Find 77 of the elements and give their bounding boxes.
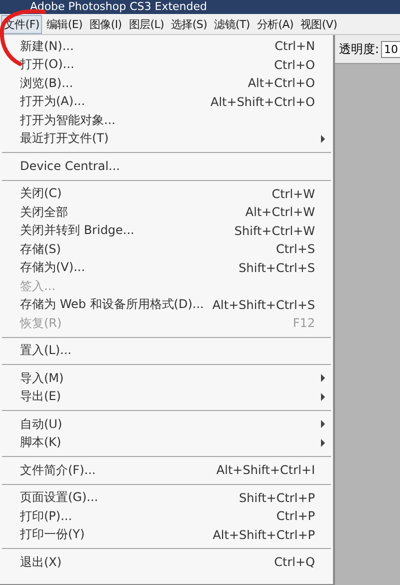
menu-item[interactable]: 打开为智能对象... [0, 111, 333, 130]
menu-item-label: 存储为(V)... [20, 259, 86, 276]
menu-item[interactable]: 导出(E) [0, 388, 333, 406]
menu-item-shortcut: Alt+Ctrl+O [248, 76, 315, 90]
menu-item-shortcut: Ctrl+P [276, 509, 315, 524]
menu-item[interactable]: 浏览(B)... Alt+Ctrl+O [0, 74, 333, 92]
menu-item[interactable]: 关闭(C) Ctrl+W [0, 184, 333, 203]
menu-item[interactable]: 存储为(V)... Shift+Ctrl+S [0, 258, 333, 277]
menu-item[interactable]: 存储(S) Ctrl+S [0, 240, 333, 258]
menu-item[interactable]: 脚本(K) [0, 434, 333, 452]
menu-item-shortcut: Ctrl+N [274, 39, 315, 54]
menu-item-label: 存储(S) [20, 240, 62, 258]
menu-item[interactable]: 打印(P)... Ctrl+P [0, 507, 333, 526]
menu-bar-item[interactable]: 分析(A) [254, 14, 297, 34]
menu-item-shortcut: Shift+Ctrl+S [238, 260, 315, 275]
menu-item-shortcut: Alt+Shift+Ctrl+O [210, 94, 315, 109]
menu-item-label: 打开为(A)... [20, 93, 86, 110]
menu-item[interactable]: 退出(X) Ctrl+Q [0, 553, 333, 572]
menu-bar-item[interactable]: 滤镜(T) [211, 14, 253, 34]
menu-item-label: Device Central... [20, 159, 121, 174]
menu-item-label: 签入... [20, 278, 56, 295]
menu-item-shortcut: Alt+Shift+Ctrl+I [216, 463, 315, 478]
menu-item-label: 存储为 Web 和设备所用格式(D)... [20, 296, 205, 314]
menu-item-shortcut: Ctrl+O [274, 58, 315, 72]
menu-item-label: 脚本(K) [20, 434, 62, 452]
menu-item-label: 关闭并转到 Bridge... [20, 222, 136, 240]
menu-item-shortcut: Shift+Ctrl+W [234, 224, 315, 238]
submenu-arrow-icon [321, 374, 325, 382]
menu-item-shortcut: F12 [292, 316, 315, 330]
menu-bar-item[interactable]: 编辑(E) [43, 14, 86, 34]
menu-item-label: 浏览(B)... [20, 74, 74, 92]
menu-item[interactable]: 新建(N)... Ctrl+N [0, 37, 333, 56]
menu-item-label: 文件简介(F)... [20, 462, 97, 479]
menu-item-shortcut: Alt+Ctrl+W [245, 205, 315, 220]
menu-item-shortcut: Ctrl+S [276, 242, 315, 256]
menu-item-label: 导出(E) [20, 388, 62, 406]
menu-item[interactable]: 打开为(A)... Alt+Shift+Ctrl+O [0, 92, 333, 111]
menu-item[interactable]: Device Central... [0, 157, 333, 176]
submenu-arrow-icon [321, 134, 325, 143]
menu-item-shortcut: Shift+Ctrl+P [239, 490, 315, 505]
menu-item-label: 退出(X) [20, 554, 63, 571]
menu-item[interactable]: 打印一份(Y) Alt+Shift+Ctrl+P [0, 526, 333, 544]
menu-bar-item[interactable]: 视图(V) [298, 14, 340, 34]
menu-item[interactable]: 自动(U) [0, 415, 333, 434]
submenu-arrow-icon [321, 438, 325, 447]
menu-item[interactable]: 关闭全部 Alt+Ctrl+W [0, 203, 333, 222]
menu-item[interactable]: 最近打开文件(T) [0, 130, 333, 148]
menu-item-label: 打印(P)... [20, 508, 74, 525]
menu-item-label: 最近打开文件(T) [20, 130, 110, 148]
menu-item-label: 打开为智能对象... [20, 112, 116, 129]
menu-item-label: 恢复(R) [20, 314, 63, 332]
menu-item-shortcut: Ctrl+Q [274, 555, 315, 570]
menu-item[interactable]: 置入(L)... [0, 342, 333, 360]
menu-item-shortcut: Alt+Shift+Ctrl+P [212, 528, 315, 542]
opacity-field[interactable]: 10 [381, 40, 400, 58]
menu-item-shortcut: Alt+Shift+Ctrl+S [212, 298, 315, 312]
menu-bar-item[interactable]: 图像(I) [86, 14, 125, 34]
menu-item-label: 置入(L)... [20, 342, 72, 360]
menu-item-shortcut: Ctrl+W [272, 186, 315, 201]
opacity-label: 透明度: [339, 40, 380, 58]
submenu-arrow-icon [321, 392, 325, 401]
menu-item[interactable]: 导入(M) [0, 369, 333, 388]
menu-item[interactable]: 存储为 Web 和设备所用格式(D)... Alt+Shift+Ctrl+S [0, 296, 333, 314]
submenu-arrow-icon [321, 420, 325, 428]
menu-item-label: 页面设置(G)... [20, 489, 100, 506]
menu-bar-item[interactable]: 选择(S) [168, 14, 210, 34]
menu-bar-item[interactable]: 图层(L) [126, 14, 168, 34]
window-title: Adobe Photoshop CS3 Extended [30, 0, 207, 14]
menu-item[interactable]: 页面设置(G)... Shift+Ctrl+P [0, 488, 333, 507]
menu-item[interactable]: 文件简介(F)... Alt+Shift+Ctrl+I [0, 461, 333, 480]
menu-item-label: 关闭全部 [20, 204, 69, 221]
menu-item-label: 自动(U) [20, 416, 64, 433]
menu-item-label: 新建(N)... [20, 38, 75, 55]
menu-item-label: 关闭(C) [20, 185, 63, 202]
menu-item[interactable]: 关闭并转到 Bridge... Shift+Ctrl+W [0, 222, 333, 240]
menu-item-label: 打印一份(Y) [20, 526, 86, 544]
menu-item-label: 导入(M) [20, 370, 65, 387]
